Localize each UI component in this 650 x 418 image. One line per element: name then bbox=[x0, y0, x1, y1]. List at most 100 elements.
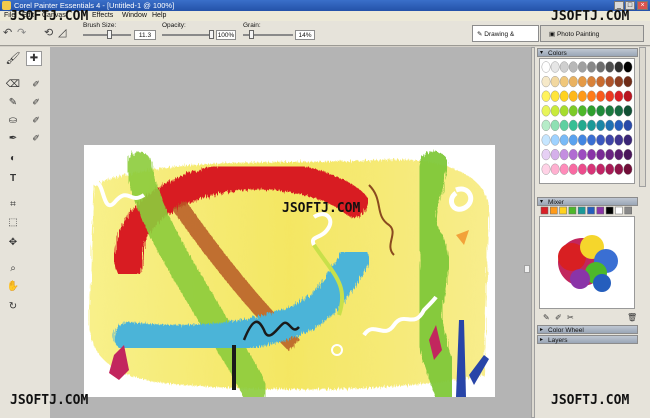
brush-variant-2-icon[interactable]: ✐ bbox=[27, 95, 45, 110]
grain-value[interactable]: 14% bbox=[295, 30, 315, 40]
color-swatch[interactable] bbox=[568, 76, 578, 88]
color-swatch[interactable] bbox=[614, 61, 624, 73]
opacity-knob[interactable] bbox=[209, 30, 214, 39]
mixer-knife-icon[interactable]: ✂ bbox=[567, 313, 574, 322]
color-swatch[interactable] bbox=[623, 76, 633, 88]
menu-effects[interactable]: Effects bbox=[92, 11, 113, 21]
mixer-swatch[interactable] bbox=[596, 206, 605, 215]
brush-size-slider[interactable] bbox=[83, 30, 131, 39]
grain-slider[interactable] bbox=[243, 30, 293, 39]
mixer-swatch[interactable] bbox=[624, 206, 632, 215]
color-swatch[interactable] bbox=[623, 148, 633, 161]
grain-knob[interactable] bbox=[249, 30, 254, 39]
mixer-dropper-icon[interactable]: ✐ bbox=[555, 313, 562, 322]
color-swatch[interactable] bbox=[541, 134, 551, 146]
color-swatch[interactable] bbox=[605, 61, 615, 73]
color-swatch[interactable] bbox=[568, 61, 578, 73]
color-swatch[interactable] bbox=[587, 163, 596, 175]
color-swatch[interactable] bbox=[559, 61, 569, 73]
color-swatch[interactable] bbox=[587, 105, 596, 117]
color-swatch[interactable] bbox=[587, 119, 596, 132]
color-swatch[interactable] bbox=[596, 61, 605, 73]
crop-icon[interactable]: ⌗ bbox=[4, 197, 22, 212]
color-swatch[interactable] bbox=[614, 76, 624, 88]
color-swatch[interactable] bbox=[587, 61, 596, 73]
color-swatch[interactable] bbox=[559, 134, 569, 146]
close-button[interactable]: × bbox=[637, 1, 648, 10]
color-swatch[interactable] bbox=[596, 76, 605, 88]
color-swatch[interactable] bbox=[541, 148, 551, 161]
color-swatch[interactable] bbox=[550, 76, 560, 88]
color-swatch[interactable] bbox=[559, 105, 569, 117]
brush-selector-icon[interactable]: 🖌 bbox=[4, 51, 22, 66]
mixer-brush-icon[interactable]: ✎ bbox=[543, 313, 550, 322]
brush-shape-icon[interactable]: ◿ bbox=[58, 26, 66, 39]
color-swatch[interactable] bbox=[614, 105, 624, 117]
color-swatch[interactable] bbox=[614, 119, 624, 132]
color-swatch[interactable] bbox=[578, 134, 587, 146]
brush-variant-4-icon[interactable]: ✐ bbox=[27, 131, 45, 146]
color-swatch[interactable] bbox=[578, 61, 587, 73]
trash-icon[interactable]: 🗑 bbox=[627, 313, 637, 322]
brush-size-value[interactable]: 11.3 bbox=[134, 30, 156, 40]
color-swatch[interactable] bbox=[550, 148, 560, 161]
color-swatch[interactable] bbox=[541, 105, 551, 117]
color-swatch[interactable] bbox=[550, 163, 560, 175]
undo-icon[interactable]: ↶ bbox=[3, 26, 12, 39]
color-swatch[interactable] bbox=[605, 163, 615, 175]
colors-panel-header[interactable]: ▾ Colors bbox=[537, 48, 638, 57]
color-wheel-panel-header[interactable]: ▸ Color Wheel bbox=[537, 325, 638, 334]
color-swatch[interactable] bbox=[541, 61, 551, 73]
color-swatch[interactable] bbox=[550, 119, 560, 132]
mixer-swatch[interactable] bbox=[540, 206, 549, 215]
pen-icon[interactable]: ✒ bbox=[4, 131, 22, 146]
panel-scrollbar[interactable] bbox=[639, 47, 646, 187]
color-swatch[interactable] bbox=[541, 163, 551, 175]
color-swatch[interactable] bbox=[596, 148, 605, 161]
reset-brush-icon[interactable]: ⟲ bbox=[44, 26, 53, 39]
color-swatch[interactable] bbox=[578, 90, 587, 102]
color-swatch[interactable] bbox=[587, 148, 596, 161]
layers-panel-header[interactable]: ▸ Layers bbox=[537, 335, 638, 344]
color-swatch[interactable] bbox=[578, 76, 587, 88]
tab-drawing-painting[interactable]: ✎ Drawing & Painting bbox=[472, 25, 539, 55]
color-swatch[interactable] bbox=[596, 105, 605, 117]
color-swatch[interactable] bbox=[623, 134, 633, 146]
transform-icon[interactable]: ✥ bbox=[4, 235, 22, 250]
color-swatch[interactable] bbox=[559, 163, 569, 175]
color-swatch[interactable] bbox=[550, 90, 560, 102]
color-swatch[interactable] bbox=[587, 134, 596, 146]
brush-variant-1-icon[interactable]: ✐ bbox=[27, 77, 45, 92]
menu-help[interactable]: Help bbox=[152, 11, 166, 21]
color-swatch[interactable] bbox=[541, 76, 551, 88]
color-swatch[interactable] bbox=[605, 134, 615, 146]
zoom-icon[interactable]: ⌕ bbox=[4, 261, 22, 276]
color-swatch[interactable] bbox=[605, 90, 615, 102]
color-swatch[interactable] bbox=[596, 134, 605, 146]
color-swatch[interactable] bbox=[596, 163, 605, 175]
redo-icon[interactable]: ↷ bbox=[17, 26, 26, 39]
color-swatch[interactable] bbox=[605, 119, 615, 132]
color-swatch[interactable] bbox=[568, 105, 578, 117]
color-swatch[interactable] bbox=[623, 105, 633, 117]
selection-icon[interactable]: ⬚ bbox=[4, 215, 22, 230]
color-swatch[interactable] bbox=[541, 119, 551, 132]
panel-splitter[interactable] bbox=[524, 265, 530, 273]
mixer-swatch[interactable] bbox=[577, 206, 586, 215]
paint-bucket-icon[interactable]: ⛀ bbox=[4, 113, 22, 128]
color-swatch[interactable] bbox=[623, 163, 633, 175]
mixer-swatch-row[interactable] bbox=[539, 206, 635, 215]
color-swatch[interactable] bbox=[550, 134, 560, 146]
color-swatch[interactable] bbox=[559, 90, 569, 102]
dropper-icon[interactable]: ✎ bbox=[4, 95, 22, 110]
color-swatch[interactable] bbox=[578, 119, 587, 132]
color-swatch[interactable] bbox=[541, 90, 551, 102]
brush-size-knob[interactable] bbox=[107, 30, 112, 39]
rotate-icon[interactable]: ↻ bbox=[4, 299, 22, 314]
color-swatch[interactable] bbox=[605, 76, 615, 88]
color-swatch[interactable] bbox=[550, 61, 560, 73]
brush-variant-3-icon[interactable]: ✐ bbox=[27, 113, 45, 128]
dodge-icon[interactable]: ◐ bbox=[4, 151, 22, 166]
color-swatch[interactable] bbox=[559, 76, 569, 88]
mixer-panel-header[interactable]: ▾ Mixer bbox=[537, 197, 638, 206]
